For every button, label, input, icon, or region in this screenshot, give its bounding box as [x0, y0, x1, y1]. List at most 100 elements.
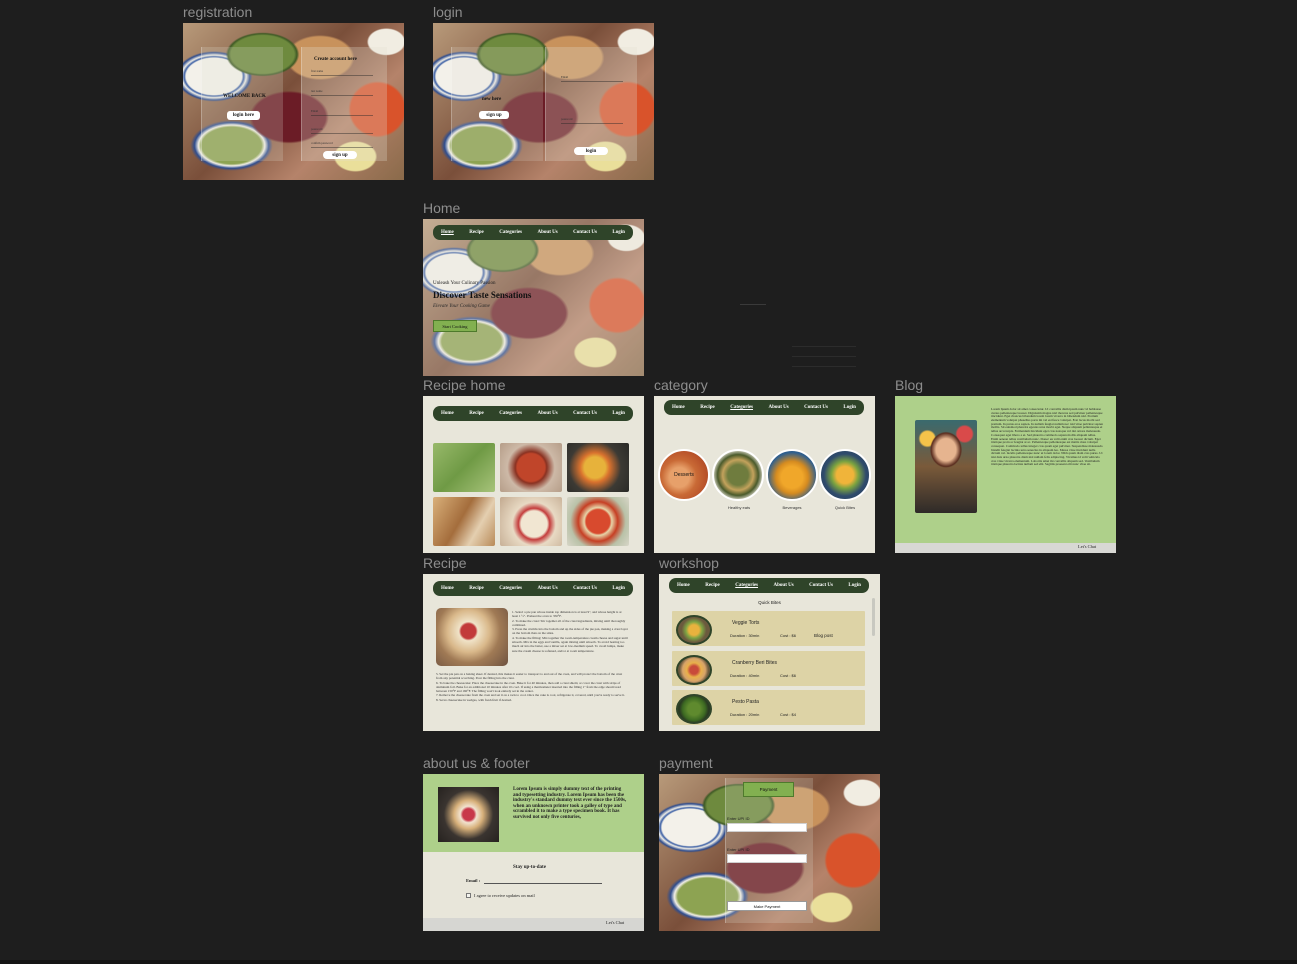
nav-recipe[interactable]: Recipe [700, 405, 714, 410]
password-field[interactable] [561, 123, 623, 124]
recipe-step-text: To bake the cheesecake: Place the cheese… [436, 680, 621, 694]
registration-frame[interactable]: WELCOME BACK login here Create account h… [183, 23, 404, 180]
nav-login[interactable]: Login [848, 583, 861, 588]
recipe-card-image[interactable] [500, 443, 562, 492]
password-label: password [561, 117, 573, 121]
nav-about[interactable]: About Us [769, 405, 789, 410]
nav-home[interactable]: Home [441, 586, 454, 591]
frame-label-recipe-home[interactable]: Recipe home [423, 377, 506, 393]
category-frame[interactable]: Home Recipe Categories About Us Contact … [654, 396, 875, 553]
scrollbar[interactable] [872, 598, 875, 636]
category-quick-bites[interactable] [819, 449, 871, 501]
hero-title: Discover Taste Sensations [433, 290, 532, 300]
workshop-item[interactable]: Cranberry Beri Bites Duration : 40min Co… [672, 651, 865, 686]
recipe-card-image[interactable] [433, 497, 495, 546]
frame-label-registration[interactable]: registration [183, 4, 252, 20]
consent-checkbox[interactable] [466, 893, 471, 898]
nav-about[interactable]: About Us [538, 230, 558, 235]
blog-text: Lorem Ipsum dolor sit amet consectetur. … [991, 407, 1103, 467]
nav-recipe[interactable]: Recipe [469, 411, 483, 416]
frame-label-login[interactable]: login [433, 4, 463, 20]
nav-login[interactable]: Login [612, 230, 625, 235]
nav-categories[interactable]: Categories [730, 405, 753, 410]
home-frame[interactable]: Home Recipe Categories About Us Contact … [423, 219, 644, 376]
beverages-label: Beverages [782, 505, 802, 510]
consent-label: I agree to receive updates on mail [474, 893, 535, 898]
blog-frame[interactable]: Lorem Ipsum dolor sit amet consectetur. … [895, 396, 1116, 553]
nav-home[interactable]: Home [441, 230, 454, 235]
email-field[interactable] [561, 81, 623, 82]
upi-input-1[interactable] [727, 823, 807, 832]
workshop-item-cost: Cost : $6 [780, 633, 797, 638]
recipe-card-image[interactable] [500, 497, 562, 546]
recipe-home-frame[interactable]: Home Recipe Categories About Us Contact … [423, 396, 644, 553]
nav-recipe[interactable]: Recipe [469, 586, 483, 591]
frame-label-workshop[interactable]: workshop [659, 555, 719, 571]
frame-label-payment[interactable]: payment [659, 755, 713, 771]
first-name-field[interactable] [311, 75, 373, 76]
email-input[interactable] [484, 883, 602, 884]
recipe-step-text: Set the pie pan on a baking sheet. If de… [436, 672, 623, 681]
email-field[interactable] [311, 115, 373, 116]
nav-about[interactable]: About Us [538, 411, 558, 416]
login-button[interactable]: login [574, 147, 608, 155]
frame-label-blog[interactable]: Blog [895, 377, 923, 393]
nav-categories[interactable]: Categories [499, 230, 522, 235]
nav-about[interactable]: About Us [538, 586, 558, 591]
lets-chat-link[interactable]: Let's Chat [606, 920, 624, 925]
nav-contact[interactable]: Contact Us [573, 411, 597, 416]
nav-contact[interactable]: Contact Us [573, 586, 597, 591]
login-frame[interactable]: new here sign up Email password login [433, 23, 654, 180]
sign-up-button[interactable]: sign up [323, 151, 357, 159]
workshop-frame[interactable]: Home Recipe Categories About Us Contact … [659, 574, 880, 731]
nav-contact[interactable]: Contact Us [804, 405, 828, 410]
nav-login[interactable]: Login [612, 411, 625, 416]
workshop-item[interactable]: Pesto Pasta Duration : 20min Cost : $4 [672, 690, 865, 725]
login-here-button[interactable]: login here [227, 111, 260, 120]
nav-login[interactable]: Login [843, 405, 856, 410]
upi-input-2[interactable] [727, 854, 807, 863]
recipe-card-image[interactable] [433, 443, 495, 492]
last-name-field[interactable] [311, 95, 373, 96]
password-field[interactable] [311, 133, 373, 134]
nav-login[interactable]: Login [612, 586, 625, 591]
canvas-bottom-edge [0, 960, 1297, 964]
workshop-item-cost: Cost : $4 [780, 712, 797, 717]
frame-label-home[interactable]: Home [423, 200, 460, 216]
payment-frame[interactable]: Payment Enter UPI ID Enter UPI ID Make P… [659, 774, 880, 931]
recipe-frame[interactable]: Home Recipe Categories About Us Contact … [423, 574, 644, 731]
nav-categories[interactable]: Categories [735, 583, 758, 588]
confirm-password-field[interactable] [311, 147, 373, 148]
nav-contact[interactable]: Contact Us [809, 583, 833, 588]
frame-label-recipe[interactable]: Recipe [423, 555, 467, 571]
nav-home[interactable]: Home [677, 583, 690, 588]
blog-post-link[interactable]: Blog post [814, 633, 833, 638]
make-payment-button[interactable]: Make Payment [727, 901, 807, 911]
workshop-item[interactable]: Veggie Torts Duration : 30min Cost : $6 … [672, 611, 865, 646]
nav-recipe[interactable]: Recipe [469, 230, 483, 235]
frame-label-about[interactable]: about us & footer [423, 755, 530, 771]
nav-about[interactable]: About Us [774, 583, 794, 588]
lets-chat-link[interactable]: Let's Chat [1078, 544, 1096, 549]
nav-categories[interactable]: Categories [499, 586, 522, 591]
nav-recipe[interactable]: Recipe [705, 583, 719, 588]
nav-contact[interactable]: Contact Us [573, 230, 597, 235]
category-beverages[interactable] [766, 449, 818, 501]
nav-home[interactable]: Home [672, 405, 685, 410]
payment-title-button[interactable]: Payment [743, 782, 794, 797]
login-panel [545, 47, 637, 161]
workshop-item-duration: Duration : 30min [730, 633, 760, 638]
recipe-card-image[interactable] [567, 443, 629, 492]
nav-home[interactable]: Home [441, 411, 454, 416]
welcome-panel [201, 47, 283, 161]
sign-up-button[interactable]: sign up [479, 111, 509, 119]
recipe-card-image[interactable] [567, 497, 629, 546]
start-cooking-button[interactable]: Start Cooking [433, 320, 477, 332]
frame-label-category[interactable]: category [654, 377, 708, 393]
nav-categories[interactable]: Categories [499, 411, 522, 416]
recipe-step: 4. To make the filling: Mix together the… [512, 635, 628, 653]
recipe-step: 6. To bake the cheesecake: Place the che… [436, 680, 621, 694]
workshop-item-name: Pesto Pasta [732, 699, 759, 705]
about-frame[interactable]: Lorem Ipsum is simply dummy text of the … [423, 774, 644, 931]
category-healthy-eats[interactable] [712, 449, 764, 501]
